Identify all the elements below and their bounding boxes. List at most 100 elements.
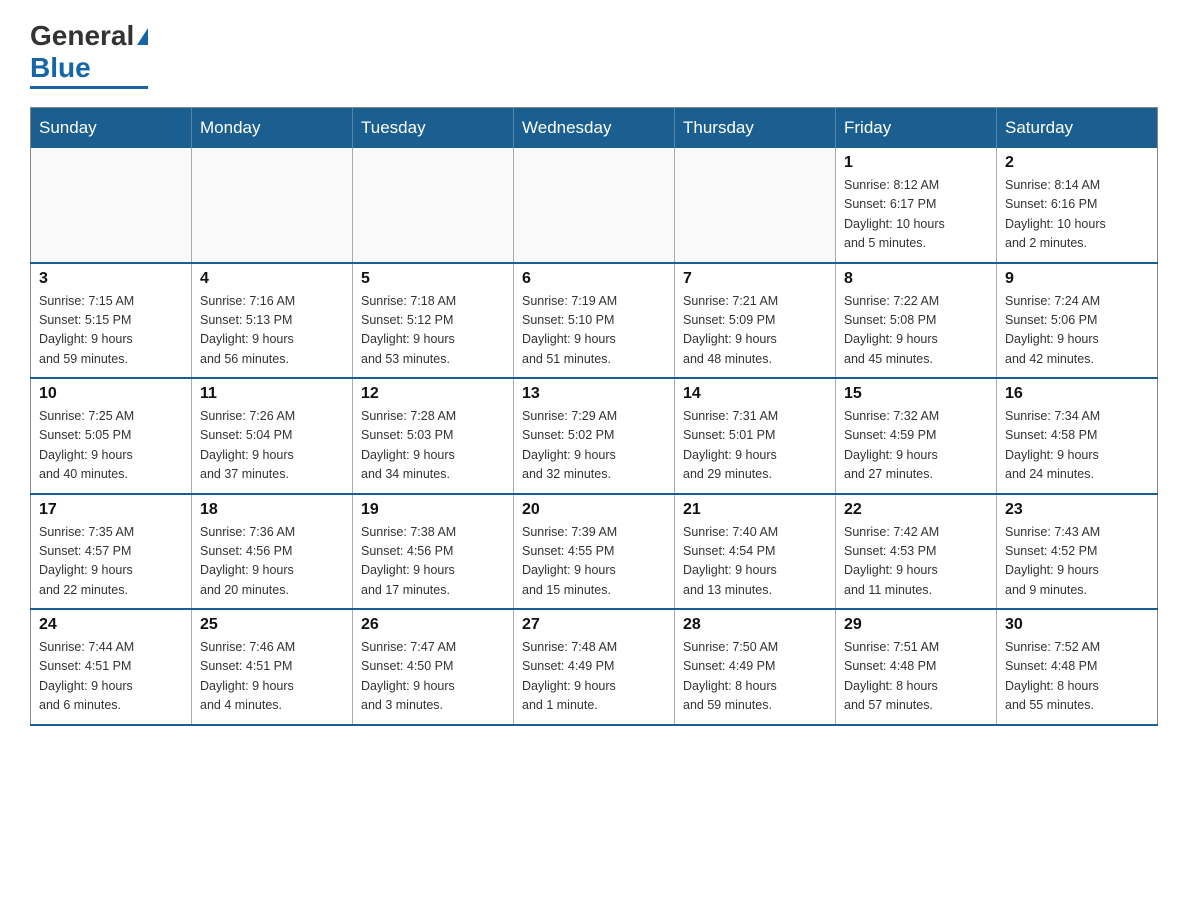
logo-triangle-icon — [137, 28, 148, 45]
calendar-week-row: 17 Sunrise: 7:35 AM Sunset: 4:57 PM Dayli… — [31, 494, 1158, 610]
day-info: Sunrise: 7:48 AM Sunset: 4:49 PM Dayligh… — [522, 638, 666, 716]
day-number: 20 — [522, 501, 666, 519]
calendar-cell: 11 Sunrise: 7:26 AM Sunset: 5:04 PM Dayli… — [192, 378, 353, 494]
calendar-cell: 9Sunrise: 7:24 AM Sunset: 5:06 PM Daylig… — [997, 263, 1158, 379]
calendar-cell: 26 Sunrise: 7:47 AM Sunset: 4:50 PM Dayli… — [353, 609, 514, 725]
calendar-cell: 5 Sunrise: 7:18 AM Sunset: 5:12 PM Daylig… — [353, 263, 514, 379]
calendar-week-row: 1Sunrise: 8:12 AM Sunset: 6:17 PM Daylig… — [31, 148, 1158, 263]
calendar-cell: 20 Sunrise: 7:39 AM Sunset: 4:55 PM Dayli… — [514, 494, 675, 610]
day-number: 28 — [683, 616, 827, 634]
page-header: GeneralBlue — [30, 20, 1158, 89]
calendar-cell: 28 Sunrise: 7:50 AM Sunset: 4:49 PM Dayli… — [675, 609, 836, 725]
calendar-cell: 21Sunrise: 7:40 AM Sunset: 4:54 PM Dayli… — [675, 494, 836, 610]
day-number: 27 — [522, 616, 666, 634]
day-number: 8 — [844, 270, 988, 288]
day-number: 11 — [200, 385, 344, 403]
calendar-cell: 15Sunrise: 7:32 AM Sunset: 4:59 PM Dayli… — [836, 378, 997, 494]
day-number: 7 — [683, 270, 827, 288]
calendar-week-row: 10Sunrise: 7:25 AM Sunset: 5:05 PM Dayli… — [31, 378, 1158, 494]
day-number: 6 — [522, 270, 666, 288]
logo-general: General — [30, 20, 134, 52]
day-number: 30 — [1005, 616, 1149, 634]
calendar-cell: 22 Sunrise: 7:42 AM Sunset: 4:53 PM Dayli… — [836, 494, 997, 610]
day-number: 17 — [39, 501, 183, 519]
calendar-header-friday: Friday — [836, 108, 997, 149]
logo: GeneralBlue — [30, 20, 148, 89]
day-info: Sunrise: 7:18 AM Sunset: 5:12 PM Dayligh… — [361, 292, 505, 370]
day-number: 23 — [1005, 501, 1149, 519]
day-info: Sunrise: 7:35 AM Sunset: 4:57 PM Dayligh… — [39, 523, 183, 601]
calendar-cell: 14 Sunrise: 7:31 AM Sunset: 5:01 PM Dayli… — [675, 378, 836, 494]
day-number: 13 — [522, 385, 666, 403]
calendar-cell — [514, 148, 675, 263]
day-number: 22 — [844, 501, 988, 519]
calendar-cell — [353, 148, 514, 263]
day-number: 24 — [39, 616, 183, 634]
day-number: 18 — [200, 501, 344, 519]
day-info: Sunrise: 7:38 AM Sunset: 4:56 PM Dayligh… — [361, 523, 505, 601]
day-info: Sunrise: 7:36 AM Sunset: 4:56 PM Dayligh… — [200, 523, 344, 601]
day-info: Sunrise: 8:14 AM Sunset: 6:16 PM Dayligh… — [1005, 176, 1149, 254]
calendar-cell — [192, 148, 353, 263]
day-info: Sunrise: 7:15 AM Sunset: 5:15 PM Dayligh… — [39, 292, 183, 370]
day-info: Sunrise: 7:34 AM Sunset: 4:58 PM Dayligh… — [1005, 407, 1149, 485]
calendar-cell: 1Sunrise: 8:12 AM Sunset: 6:17 PM Daylig… — [836, 148, 997, 263]
day-info: Sunrise: 7:26 AM Sunset: 5:04 PM Dayligh… — [200, 407, 344, 485]
calendar-header-row: SundayMondayTuesdayWednesdayThursdayFrid… — [31, 108, 1158, 149]
calendar-table: SundayMondayTuesdayWednesdayThursdayFrid… — [30, 107, 1158, 726]
day-number: 26 — [361, 616, 505, 634]
calendar-cell: 18 Sunrise: 7:36 AM Sunset: 4:56 PM Dayli… — [192, 494, 353, 610]
calendar-header-monday: Monday — [192, 108, 353, 149]
day-number: 12 — [361, 385, 505, 403]
calendar-header-thursday: Thursday — [675, 108, 836, 149]
day-number: 16 — [1005, 385, 1149, 403]
day-info: Sunrise: 7:43 AM Sunset: 4:52 PM Dayligh… — [1005, 523, 1149, 601]
day-info: Sunrise: 7:46 AM Sunset: 4:51 PM Dayligh… — [200, 638, 344, 716]
day-number: 9 — [1005, 270, 1149, 288]
day-info: Sunrise: 7:40 AM Sunset: 4:54 PM Dayligh… — [683, 523, 827, 601]
day-info: Sunrise: 7:22 AM Sunset: 5:08 PM Dayligh… — [844, 292, 988, 370]
day-info: Sunrise: 7:39 AM Sunset: 4:55 PM Dayligh… — [522, 523, 666, 601]
day-number: 3 — [39, 270, 183, 288]
calendar-header-saturday: Saturday — [997, 108, 1158, 149]
calendar-cell: 6 Sunrise: 7:19 AM Sunset: 5:10 PM Daylig… — [514, 263, 675, 379]
calendar-cell: 30 Sunrise: 7:52 AM Sunset: 4:48 PM Dayli… — [997, 609, 1158, 725]
calendar-week-row: 24 Sunrise: 7:44 AM Sunset: 4:51 PM Dayli… — [31, 609, 1158, 725]
calendar-cell: 16 Sunrise: 7:34 AM Sunset: 4:58 PM Dayli… — [997, 378, 1158, 494]
calendar-week-row: 3 Sunrise: 7:15 AM Sunset: 5:15 PM Daylig… — [31, 263, 1158, 379]
day-info: Sunrise: 7:42 AM Sunset: 4:53 PM Dayligh… — [844, 523, 988, 601]
day-number: 5 — [361, 270, 505, 288]
day-info: Sunrise: 7:19 AM Sunset: 5:10 PM Dayligh… — [522, 292, 666, 370]
calendar-cell — [31, 148, 192, 263]
calendar-cell: 8 Sunrise: 7:22 AM Sunset: 5:08 PM Daylig… — [836, 263, 997, 379]
calendar-cell: 24 Sunrise: 7:44 AM Sunset: 4:51 PM Dayli… — [31, 609, 192, 725]
day-number: 25 — [200, 616, 344, 634]
calendar-header-sunday: Sunday — [31, 108, 192, 149]
day-number: 14 — [683, 385, 827, 403]
logo-blue: Blue — [30, 52, 91, 84]
calendar-cell: 27 Sunrise: 7:48 AM Sunset: 4:49 PM Dayli… — [514, 609, 675, 725]
calendar-cell: 12 Sunrise: 7:28 AM Sunset: 5:03 PM Dayli… — [353, 378, 514, 494]
calendar-header-wednesday: Wednesday — [514, 108, 675, 149]
day-number: 4 — [200, 270, 344, 288]
calendar-cell: 23 Sunrise: 7:43 AM Sunset: 4:52 PM Dayli… — [997, 494, 1158, 610]
calendar-cell: 2Sunrise: 8:14 AM Sunset: 6:16 PM Daylig… — [997, 148, 1158, 263]
day-info: Sunrise: 7:47 AM Sunset: 4:50 PM Dayligh… — [361, 638, 505, 716]
calendar-header-tuesday: Tuesday — [353, 108, 514, 149]
day-info: Sunrise: 7:16 AM Sunset: 5:13 PM Dayligh… — [200, 292, 344, 370]
day-info: Sunrise: 7:52 AM Sunset: 4:48 PM Dayligh… — [1005, 638, 1149, 716]
calendar-cell: 10Sunrise: 7:25 AM Sunset: 5:05 PM Dayli… — [31, 378, 192, 494]
calendar-cell: 17 Sunrise: 7:35 AM Sunset: 4:57 PM Dayli… — [31, 494, 192, 610]
day-info: Sunrise: 7:44 AM Sunset: 4:51 PM Dayligh… — [39, 638, 183, 716]
calendar-cell: 19Sunrise: 7:38 AM Sunset: 4:56 PM Dayli… — [353, 494, 514, 610]
calendar-cell: 4 Sunrise: 7:16 AM Sunset: 5:13 PM Daylig… — [192, 263, 353, 379]
calendar-cell — [675, 148, 836, 263]
calendar-cell: 29Sunrise: 7:51 AM Sunset: 4:48 PM Dayli… — [836, 609, 997, 725]
day-info: Sunrise: 7:50 AM Sunset: 4:49 PM Dayligh… — [683, 638, 827, 716]
day-info: Sunrise: 7:21 AM Sunset: 5:09 PM Dayligh… — [683, 292, 827, 370]
day-info: Sunrise: 7:31 AM Sunset: 5:01 PM Dayligh… — [683, 407, 827, 485]
day-info: Sunrise: 7:29 AM Sunset: 5:02 PM Dayligh… — [522, 407, 666, 485]
day-info: Sunrise: 7:51 AM Sunset: 4:48 PM Dayligh… — [844, 638, 988, 716]
day-info: Sunrise: 7:28 AM Sunset: 5:03 PM Dayligh… — [361, 407, 505, 485]
day-number: 1 — [844, 154, 988, 172]
